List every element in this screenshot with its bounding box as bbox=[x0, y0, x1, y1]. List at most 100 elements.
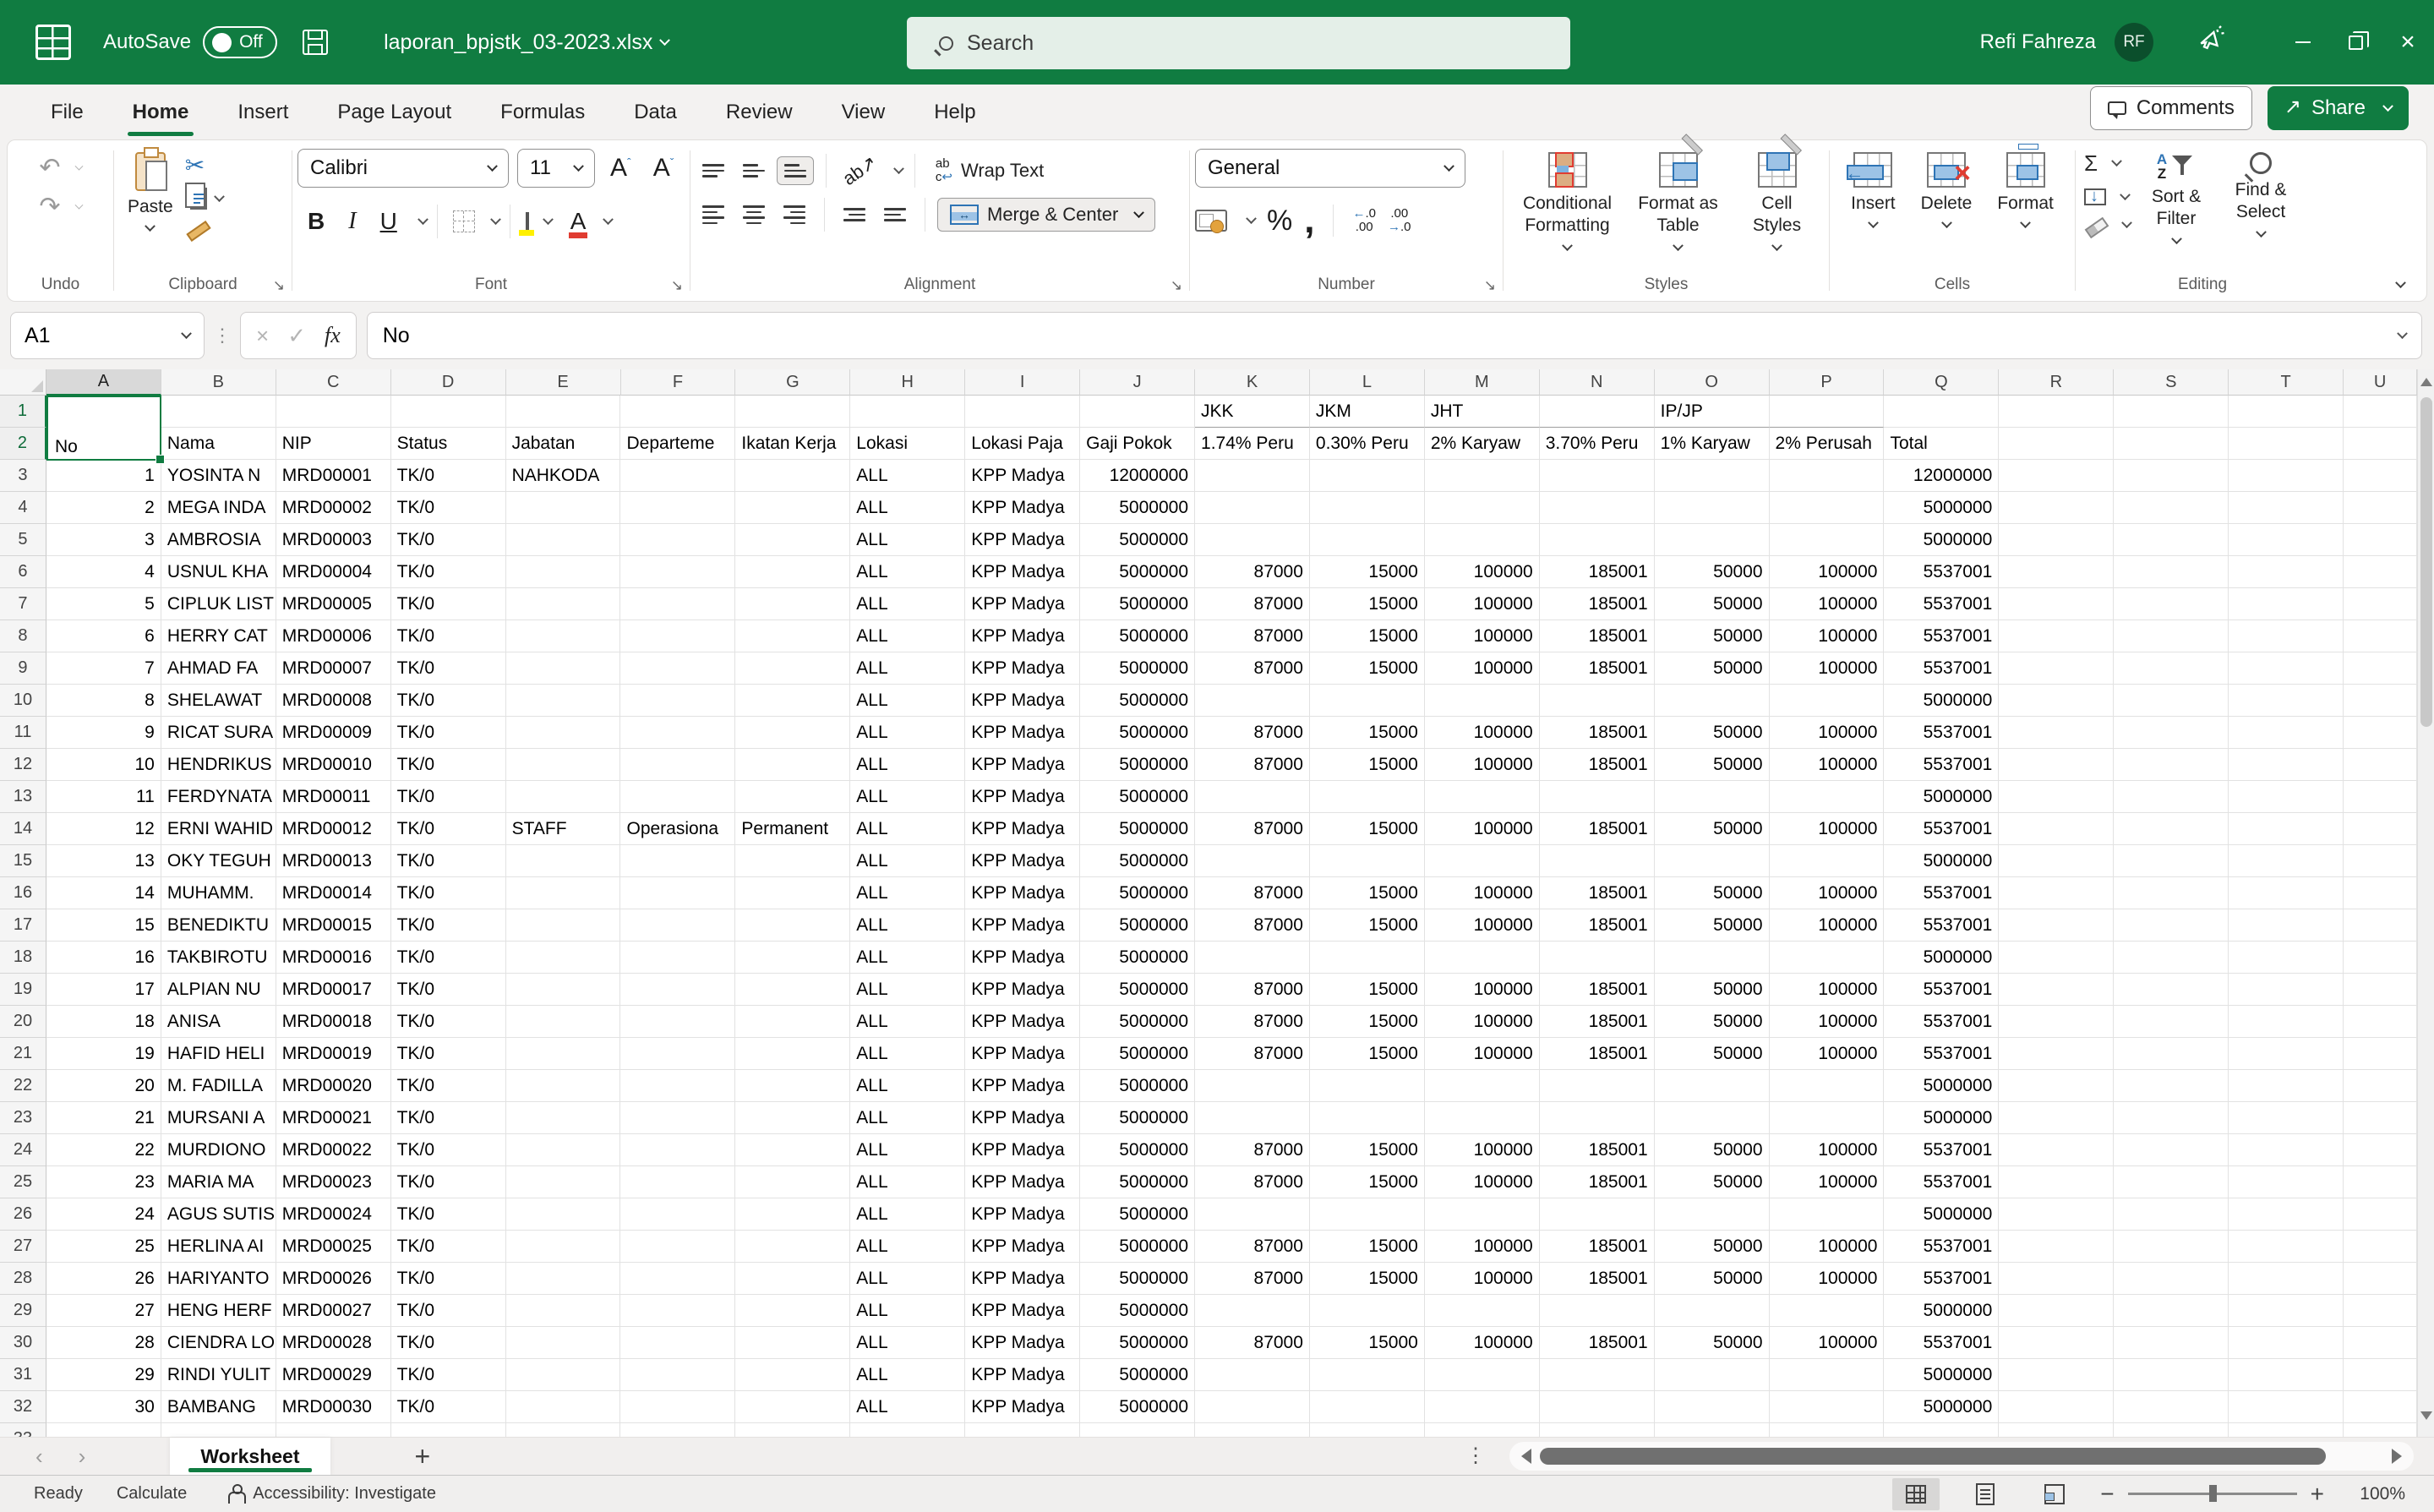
cell-P26[interactable] bbox=[1770, 1198, 1885, 1231]
cell-F13[interactable] bbox=[620, 781, 735, 813]
cell-O15[interactable] bbox=[1655, 845, 1770, 877]
cell-K28[interactable]: 87000 bbox=[1195, 1263, 1310, 1295]
cell-S17[interactable] bbox=[2114, 909, 2229, 942]
cell-F18[interactable] bbox=[620, 942, 735, 974]
cell-S15[interactable] bbox=[2114, 845, 2229, 877]
cell-Q24[interactable]: 5537001 bbox=[1884, 1134, 1999, 1166]
cell-S31[interactable] bbox=[2114, 1359, 2229, 1391]
cell-H23[interactable]: ALL bbox=[850, 1102, 965, 1134]
wrap-text-button[interactable]: abc↩ Wrap Text bbox=[927, 157, 1052, 184]
cell-R22[interactable] bbox=[1999, 1070, 2114, 1102]
cell-I21[interactable]: KPP Madya bbox=[965, 1038, 1080, 1070]
cell-M8[interactable]: 100000 bbox=[1425, 620, 1540, 652]
cell-F17[interactable] bbox=[620, 909, 735, 942]
cell-G28[interactable] bbox=[735, 1263, 850, 1295]
cell-L15[interactable] bbox=[1310, 845, 1425, 877]
cell-U7[interactable] bbox=[2344, 588, 2417, 620]
cell-K4[interactable] bbox=[1195, 492, 1310, 524]
cell-T19[interactable] bbox=[2229, 974, 2344, 1006]
cell-S1[interactable] bbox=[2114, 396, 2229, 428]
cell-B27[interactable]: HERLINA AI bbox=[161, 1231, 276, 1263]
cell-R13[interactable] bbox=[1999, 781, 2114, 813]
cell-L1[interactable]: JKM bbox=[1310, 396, 1425, 428]
formula-bar-divider[interactable]: ⋮ bbox=[213, 325, 232, 347]
cell-N4[interactable] bbox=[1540, 492, 1655, 524]
row-header-8[interactable]: 8 bbox=[0, 620, 46, 652]
cell-S2[interactable] bbox=[2114, 428, 2229, 460]
cell-H31[interactable]: ALL bbox=[850, 1359, 965, 1391]
cell-K32[interactable] bbox=[1195, 1391, 1310, 1423]
cell-M11[interactable]: 100000 bbox=[1425, 717, 1540, 749]
cell-R29[interactable] bbox=[1999, 1295, 2114, 1327]
cell-A5[interactable]: 3 bbox=[46, 524, 161, 556]
cell-P21[interactable]: 100000 bbox=[1770, 1038, 1885, 1070]
cell-N7[interactable]: 185001 bbox=[1540, 588, 1655, 620]
row-header-23[interactable]: 23 bbox=[0, 1102, 46, 1134]
cell-S27[interactable] bbox=[2114, 1231, 2229, 1263]
fill-button[interactable] bbox=[2084, 188, 2129, 205]
cell-T24[interactable] bbox=[2229, 1134, 2344, 1166]
cell-F25[interactable] bbox=[620, 1166, 735, 1198]
cell-Q13[interactable]: 5000000 bbox=[1884, 781, 1999, 813]
zoom-out-button[interactable]: − bbox=[2100, 1481, 2114, 1508]
zoom-level[interactable]: 100% bbox=[2346, 1484, 2405, 1504]
cell-K27[interactable]: 87000 bbox=[1195, 1231, 1310, 1263]
cell-H26[interactable]: ALL bbox=[850, 1198, 965, 1231]
cell-D13[interactable]: TK/0 bbox=[391, 781, 506, 813]
cell-U8[interactable] bbox=[2344, 620, 2417, 652]
sort-filter-button[interactable]: AZ Sort & Filter bbox=[2134, 149, 2218, 248]
column-header-g[interactable]: G bbox=[735, 369, 850, 396]
cell-T13[interactable] bbox=[2229, 781, 2344, 813]
cell-R32[interactable] bbox=[1999, 1391, 2114, 1423]
cell-L32[interactable] bbox=[1310, 1391, 1425, 1423]
cell-F3[interactable] bbox=[620, 460, 735, 492]
cell-C15[interactable]: MRD00013 bbox=[276, 845, 391, 877]
cell-N13[interactable] bbox=[1540, 781, 1655, 813]
cell-M32[interactable] bbox=[1425, 1391, 1540, 1423]
cell-C18[interactable]: MRD00016 bbox=[276, 942, 391, 974]
row-header-16[interactable]: 16 bbox=[0, 877, 46, 909]
cell-Q23[interactable]: 5000000 bbox=[1884, 1102, 1999, 1134]
cell-R8[interactable] bbox=[1999, 620, 2114, 652]
cell-B5[interactable]: AMBROSIA bbox=[161, 524, 276, 556]
cell-E1[interactable] bbox=[506, 396, 621, 428]
cell-B30[interactable]: CIENDRA LO bbox=[161, 1327, 276, 1359]
cell-H20[interactable]: ALL bbox=[850, 1006, 965, 1038]
cell-E31[interactable] bbox=[506, 1359, 621, 1391]
row-header-4[interactable]: 4 bbox=[0, 492, 46, 524]
cell-J20[interactable]: 5000000 bbox=[1080, 1006, 1195, 1038]
cell-P18[interactable] bbox=[1770, 942, 1885, 974]
row-header-18[interactable]: 18 bbox=[0, 942, 46, 974]
cell-G27[interactable] bbox=[735, 1231, 850, 1263]
cell-P13[interactable] bbox=[1770, 781, 1885, 813]
cell-T8[interactable] bbox=[2229, 620, 2344, 652]
cell-L26[interactable] bbox=[1310, 1198, 1425, 1231]
cell-U33[interactable] bbox=[2344, 1423, 2417, 1437]
cell-E9[interactable] bbox=[506, 652, 621, 685]
cell-R3[interactable] bbox=[1999, 460, 2114, 492]
cell-D31[interactable]: TK/0 bbox=[391, 1359, 506, 1391]
find-select-button[interactable]: Find & Select bbox=[2218, 149, 2303, 242]
cell-I25[interactable]: KPP Madya bbox=[965, 1166, 1080, 1198]
cell-E8[interactable] bbox=[506, 620, 621, 652]
underline-button[interactable]: U bbox=[370, 208, 407, 235]
cell-K31[interactable] bbox=[1195, 1359, 1310, 1391]
cell-G6[interactable] bbox=[735, 556, 850, 588]
cell-D30[interactable]: TK/0 bbox=[391, 1327, 506, 1359]
column-header-i[interactable]: I bbox=[965, 369, 1080, 396]
cell-G33[interactable] bbox=[735, 1423, 850, 1437]
cell-O10[interactable] bbox=[1655, 685, 1770, 717]
cell-Q33[interactable] bbox=[1884, 1423, 1999, 1437]
cell-S18[interactable] bbox=[2114, 942, 2229, 974]
cut-icon[interactable]: ✂ bbox=[185, 154, 205, 177]
avatar[interactable]: RF bbox=[2115, 23, 2153, 62]
decrease-font-size-button[interactable]: Aˇ bbox=[647, 154, 681, 183]
cell-K10[interactable] bbox=[1195, 685, 1310, 717]
cell-N9[interactable]: 185001 bbox=[1540, 652, 1655, 685]
row-header-21[interactable]: 21 bbox=[0, 1038, 46, 1070]
cell-T17[interactable] bbox=[2229, 909, 2344, 942]
cell-T15[interactable] bbox=[2229, 845, 2344, 877]
cell-C1[interactable] bbox=[276, 396, 391, 428]
cell-H9[interactable]: ALL bbox=[850, 652, 965, 685]
cell-C32[interactable]: MRD00030 bbox=[276, 1391, 391, 1423]
